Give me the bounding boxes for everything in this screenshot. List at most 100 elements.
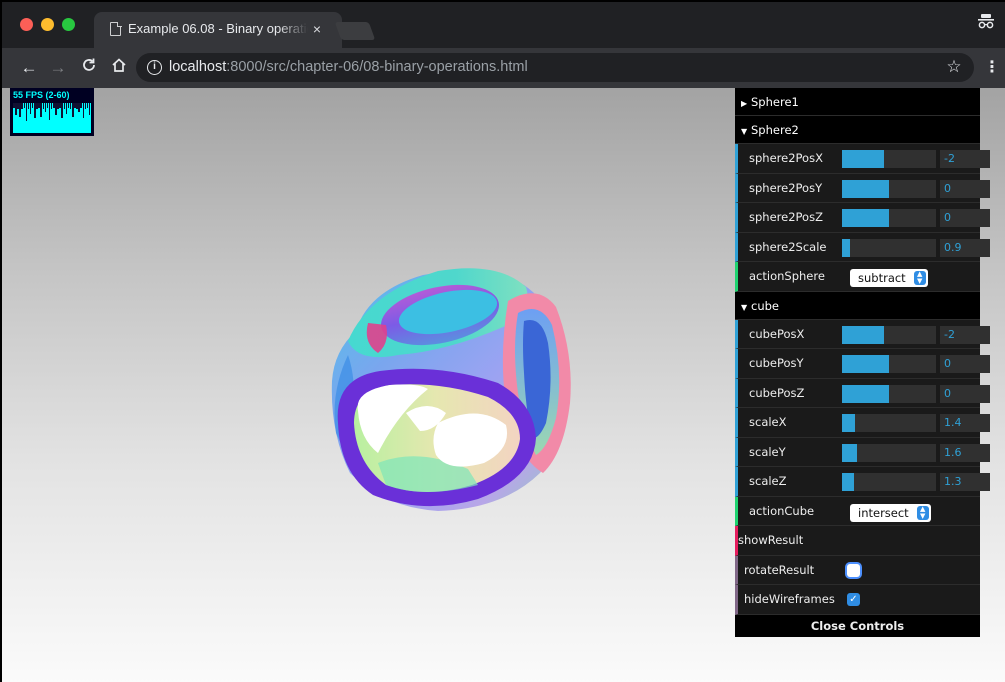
browser-toolbar: ← → i localhost:8000/src/chapter-06/08-b…: [2, 48, 1005, 88]
minimize-window-button[interactable]: [41, 18, 54, 31]
control-label: actionCube: [749, 503, 815, 518]
control-scalez: scaleZ 1.3: [735, 467, 990, 497]
slider[interactable]: [842, 209, 936, 227]
control-label: showResult: [738, 533, 804, 547]
control-label: cubePosX: [749, 326, 805, 341]
slider-fill: [842, 209, 889, 227]
reload-icon[interactable]: [78, 57, 100, 79]
address-bar[interactable]: i localhost:8000/src/chapter-06/08-binar…: [136, 53, 974, 82]
slider[interactable]: [842, 355, 936, 373]
show-result-button[interactable]: showResult: [735, 526, 980, 556]
fps-graph-bar: [88, 103, 91, 115]
slider-fill: [842, 179, 889, 198]
slider-fill: [842, 384, 889, 403]
caret-down-icon: ▼: [741, 302, 748, 312]
control-sphere2scale: sphere2Scale 0.9: [735, 232, 990, 262]
select-chevron-icon: ▲ ▼: [916, 505, 929, 520]
slider[interactable]: [842, 473, 936, 491]
slider-fill: [842, 414, 856, 432]
caret-down-icon: ▼: [741, 127, 748, 136]
home-icon[interactable]: [108, 57, 130, 79]
dat-gui-panel: ▶ Sphere1 ▼ Sphere2 sphere2PosX -2 sphere2…: [735, 88, 990, 637]
number-input[interactable]: 1.4: [940, 414, 990, 432]
number-input[interactable]: 0: [940, 355, 990, 373]
control-label: sphere2PosZ: [749, 210, 823, 224]
number-input[interactable]: -2: [940, 325, 990, 344]
select-chevron-icon: ▲ ▼: [913, 271, 926, 285]
forward-arrow-icon[interactable]: →: [47, 57, 69, 79]
slider[interactable]: [842, 150, 936, 168]
fps-graph: [13, 103, 91, 133]
slider[interactable]: [842, 414, 936, 432]
control-label: sphere2PosY: [749, 180, 823, 195]
slider[interactable]: [842, 443, 936, 462]
control-label: scaleX: [749, 415, 787, 429]
folder-sphere2[interactable]: ▼ Sphere2: [735, 116, 980, 144]
action-sphere-select[interactable]: subtract ▲ ▼: [850, 269, 928, 287]
close-window-button[interactable]: [20, 18, 33, 31]
folder-sphere2-title: Sphere2: [751, 123, 799, 137]
control-cubeposx: cubePosX -2: [735, 319, 990, 349]
control-hidewireframes: hideWireframes ✓: [735, 585, 980, 615]
fps-stats-panel[interactable]: 55 FPS (2-60): [10, 88, 94, 136]
number-input[interactable]: -2: [940, 150, 990, 168]
control-label: rotateResult: [744, 562, 815, 577]
slider-fill: [842, 238, 851, 257]
control-label: sphere2PosX: [749, 151, 823, 165]
control-label: sphere2Scale: [749, 239, 827, 254]
control-label: scaleZ: [749, 474, 787, 488]
new-tab-button[interactable]: [334, 22, 376, 40]
title-bar: Example 06.08 - Binary operations ×: [2, 2, 1005, 48]
page-icon: [110, 21, 122, 36]
control-sphere2posy: sphere2PosY 0: [735, 173, 990, 203]
incognito-icon: [975, 12, 997, 34]
slider[interactable]: [842, 238, 936, 257]
url-path: :8000/src/chapter-06/08-binary-operation…: [226, 59, 528, 75]
folder-cube[interactable]: ▼ cube: [735, 291, 980, 320]
slider[interactable]: [842, 325, 936, 344]
slider[interactable]: [842, 179, 936, 198]
folder-cube-title: cube: [751, 298, 779, 313]
url-host: localhost: [169, 59, 227, 75]
control-label: cubePosY: [749, 356, 804, 370]
control-actionsphere: actionSphere subtract ▲ ▼: [735, 262, 980, 292]
number-input[interactable]: 0: [940, 384, 990, 403]
control-label: cubePosZ: [749, 385, 805, 400]
control-sphere2posx: sphere2PosX -2: [735, 144, 990, 174]
action-cube-select[interactable]: intersect ▲ ▼: [850, 503, 931, 522]
maximize-window-button[interactable]: [62, 18, 75, 31]
select-value: subtract: [858, 271, 906, 285]
control-label: hideWireframes: [744, 592, 835, 606]
info-icon[interactable]: i: [147, 60, 162, 75]
control-cubeposz: cubePosZ 0: [735, 378, 990, 408]
number-input[interactable]: 1.3: [940, 473, 990, 491]
slider-fill: [842, 355, 889, 373]
control-actioncube: actionCube intersect ▲ ▼: [735, 496, 980, 526]
number-input[interactable]: 0.9: [940, 238, 990, 257]
back-arrow-icon[interactable]: ←: [18, 57, 40, 79]
rotate-result-checkbox[interactable]: [847, 563, 860, 577]
control-label: scaleY: [749, 444, 786, 459]
number-input[interactable]: 0: [940, 179, 990, 198]
kebab-menu-icon[interactable]: ⋮: [984, 57, 1000, 79]
control-label: actionSphere: [749, 269, 825, 283]
browser-window: Example 06.08 - Binary operations × ← → …: [0, 0, 1005, 682]
slider-fill: [842, 443, 858, 462]
control-sphere2posz: sphere2PosZ 0: [735, 203, 990, 233]
control-scaley: scaleY 1.6: [735, 437, 990, 467]
control-cubeposy: cubePosY 0: [735, 349, 990, 379]
slider[interactable]: [842, 384, 936, 403]
number-input[interactable]: 0: [940, 209, 990, 227]
number-input[interactable]: 1.6: [940, 443, 990, 462]
control-rotateresult: rotateResult: [735, 555, 980, 585]
tab-close-icon[interactable]: ×: [308, 20, 326, 38]
star-icon[interactable]: ☆: [944, 57, 964, 77]
hide-wireframes-checkbox[interactable]: ✓: [847, 593, 860, 606]
control-scalex: scaleX 1.4: [735, 408, 990, 438]
folder-sphere1[interactable]: ▶ Sphere1: [735, 88, 980, 116]
csg-result-mesh: [331, 268, 571, 511]
webgl-canvas[interactable]: 55 FPS (2-60) ▶ Sphere1 ▼ Sphere2 sphere…: [2, 88, 1005, 682]
select-value: intersect: [858, 505, 909, 520]
browser-tab[interactable]: Example 06.08 - Binary operations ×: [94, 12, 342, 48]
close-controls-button[interactable]: Close Controls: [735, 614, 980, 637]
